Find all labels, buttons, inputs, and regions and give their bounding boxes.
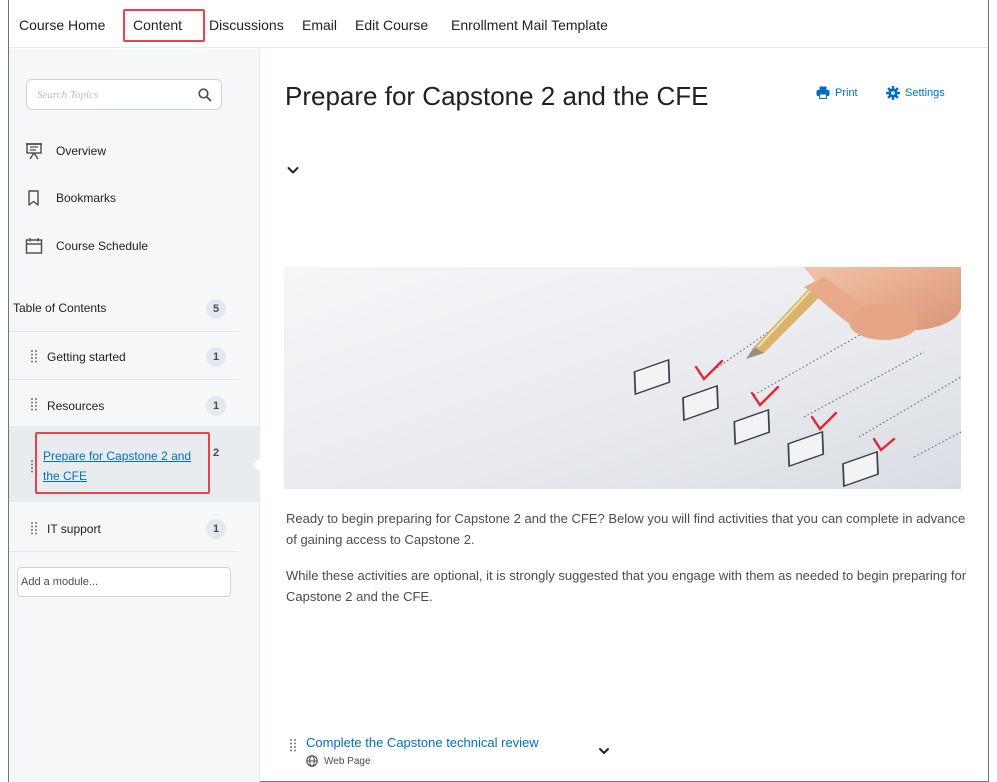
chevron-down-icon[interactable] xyxy=(597,744,611,758)
module-getting-started[interactable]: Getting started 1 xyxy=(9,332,260,380)
topic-type-label: Web Page xyxy=(324,755,371,767)
settings-button[interactable]: Settings xyxy=(886,86,945,100)
sidebar-overview-link[interactable]: Overview xyxy=(25,140,106,162)
search-topics-input[interactable]: Search Topics xyxy=(26,79,222,110)
sidebar-bookmarks-link[interactable]: Bookmarks xyxy=(25,187,116,209)
toc-count-badge: 5 xyxy=(206,299,226,319)
nav-email[interactable]: Email xyxy=(302,17,337,33)
course-schedule-label: Course Schedule xyxy=(56,239,149,253)
presentation-icon xyxy=(25,142,43,160)
divider xyxy=(9,551,239,552)
print-label: Print xyxy=(835,86,858,99)
module-resources[interactable]: Resources 1 xyxy=(9,380,260,428)
optional-paragraph: While these activities are optional, it … xyxy=(286,568,967,604)
settings-label: Settings xyxy=(905,87,945,99)
course-navbar: Course Home Content Discussions Email Ed… xyxy=(9,0,988,48)
drag-handle-icon[interactable] xyxy=(289,738,297,752)
print-button[interactable]: Print xyxy=(816,86,858,99)
module-prepare-capstone-link[interactable]: Prepare for Capstone 2 and the CFE xyxy=(43,446,193,486)
module-it-support[interactable]: IT support 1 xyxy=(9,503,260,551)
app-frame: Course Home Content Discussions Email Ed… xyxy=(8,0,989,782)
drag-handle-icon[interactable] xyxy=(30,459,38,473)
module-count-badge: 1 xyxy=(206,519,226,539)
nav-course-home[interactable]: Course Home xyxy=(19,17,105,33)
table-of-contents-label: Table of Contents xyxy=(13,301,107,315)
globe-icon xyxy=(306,755,318,767)
content-sidebar: Search Topics Overview Bookmarks Course … xyxy=(9,49,261,782)
add-module-input[interactable]: Add a module... xyxy=(17,567,231,597)
module-count-badge: 1 xyxy=(206,396,226,416)
nav-enrollment-mail-template[interactable]: Enrollment Mail Template xyxy=(451,17,608,33)
nav-discussions[interactable]: Discussions xyxy=(209,17,284,33)
module-count-badge: 2 xyxy=(212,447,220,459)
chevron-down-icon[interactable] xyxy=(285,162,301,178)
nav-edit-course[interactable]: Edit Course xyxy=(355,17,428,33)
drag-handle-icon[interactable] xyxy=(30,521,38,535)
bookmarks-label: Bookmarks xyxy=(56,191,117,205)
drag-handle-icon[interactable] xyxy=(30,349,38,363)
intro-paragraph: Ready to begin preparing for Capstone 2 … xyxy=(286,511,966,547)
checklist-banner-image xyxy=(284,267,961,489)
table-of-contents-row[interactable]: Table of Contents 5 xyxy=(9,283,260,331)
printer-icon xyxy=(816,86,830,99)
drag-handle-icon[interactable] xyxy=(30,397,38,411)
topic-type: Web Page xyxy=(306,755,371,767)
bookmark-icon xyxy=(25,189,43,207)
active-notch xyxy=(253,457,261,473)
search-placeholder: Search Topics xyxy=(37,89,99,101)
gear-icon xyxy=(886,86,900,100)
topic-capstone-technical-review-link[interactable]: Complete the Capstone technical review xyxy=(306,735,539,750)
sidebar-course-schedule-link[interactable]: Course Schedule xyxy=(25,235,148,257)
search-icon[interactable] xyxy=(197,87,213,103)
page-title: Prepare for Capstone 2 and the CFE xyxy=(285,81,709,111)
module-count-badge: 1 xyxy=(206,347,226,367)
overview-label: Overview xyxy=(56,144,107,158)
nav-content[interactable]: Content xyxy=(133,17,182,33)
module-label: Getting started xyxy=(47,350,126,364)
module-label: IT support xyxy=(47,522,101,536)
calendar-icon xyxy=(25,237,43,255)
module-label: Resources xyxy=(47,399,105,413)
